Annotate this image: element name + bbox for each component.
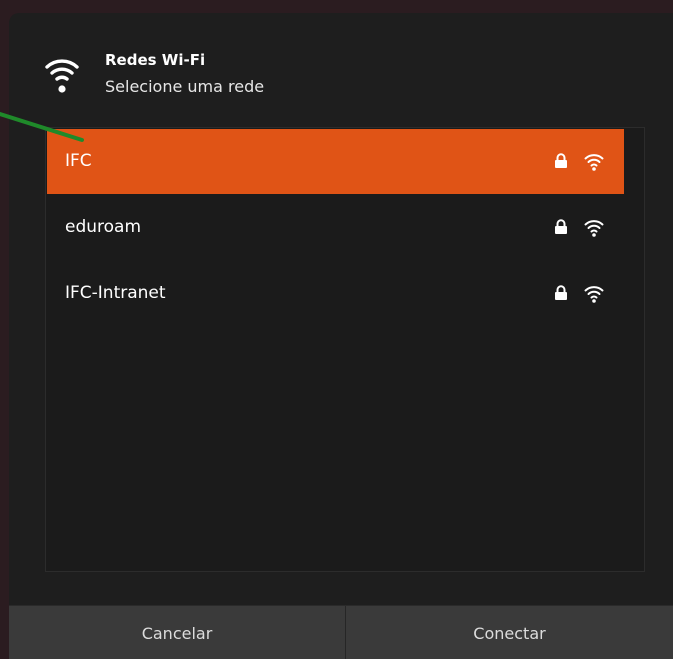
- wifi-signal-icon: [584, 220, 604, 237]
- network-list: IFC eduroam IFC-Intranet: [45, 127, 645, 572]
- lock-icon: [555, 285, 567, 300]
- wifi-icon: [45, 59, 79, 93]
- network-name: eduroam: [65, 217, 142, 237]
- network-name: IFC-Intranet: [65, 283, 166, 303]
- dialog-title: Redes Wi-Fi: [105, 51, 206, 69]
- wifi-signal-icon: [584, 154, 604, 171]
- network-row-ifc-intranet[interactable]: IFC-Intranet: [47, 261, 624, 326]
- network-name: IFC: [65, 151, 92, 171]
- dialog-footer: Cancelar Conectar: [9, 605, 673, 659]
- dialog-subtitle: Selecione uma rede: [105, 77, 265, 96]
- wifi-signal-icon: [584, 286, 604, 303]
- dialog-header: Redes Wi-Fi Selecione uma rede: [9, 13, 673, 127]
- connect-button[interactable]: Conectar: [346, 606, 673, 659]
- lock-icon: [555, 219, 567, 234]
- wifi-network-dialog: Redes Wi-Fi Selecione uma rede IFC eduro…: [9, 13, 673, 659]
- lock-icon: [555, 153, 567, 168]
- network-row-eduroam[interactable]: eduroam: [47, 195, 624, 260]
- cancel-button[interactable]: Cancelar: [9, 606, 346, 659]
- network-row-ifc[interactable]: IFC: [47, 129, 624, 194]
